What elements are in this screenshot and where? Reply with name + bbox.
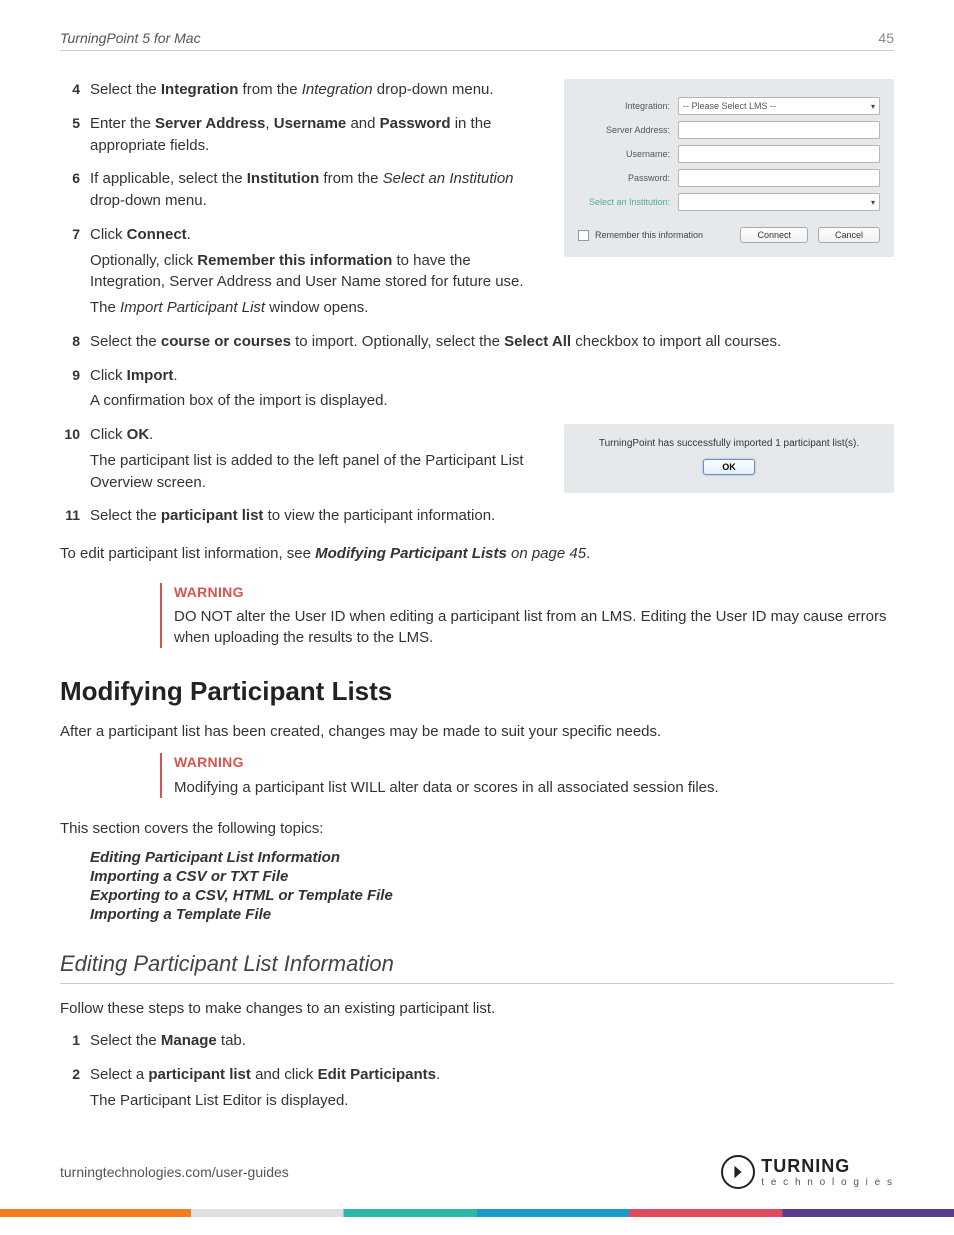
step-item: 7Click Connect.Optionally, click Remembe… [60,224,544,323]
doc-title: TurningPoint 5 for Mac [60,30,201,46]
topic-link[interactable]: Editing Participant List Information [90,849,894,866]
integration-label: Integration: [578,101,678,111]
confirmation-message: TurningPoint has successfully imported 1… [576,438,882,449]
step-number: 4 [60,79,90,99]
institution-label: Select an Institution: [578,197,678,207]
step-body: Select the course or courses to import. … [90,331,894,357]
step-body: Select the participant list to view the … [90,505,894,531]
cancel-button[interactable]: Cancel [818,227,880,243]
server-address-label: Server Address: [578,125,678,135]
page-number: 45 [878,30,894,46]
logo-text-small: t e c h n o l o g i e s [761,1177,894,1188]
step-body: Select the Integration from the Integrat… [90,79,544,105]
connect-button[interactable]: Connect [740,227,808,243]
warning-box-2: WARNING Modifying a participant list WIL… [160,753,894,798]
step-body: Click Connect.Optionally, click Remember… [90,224,544,323]
step-number: 11 [60,505,90,525]
step-item: 11Select the participant list to view th… [60,505,894,531]
subsection-intro: Follow these steps to make changes to an… [60,998,894,1020]
step-item: 4Select the Integration from the Integra… [60,79,544,105]
topics-list: Editing Participant List Information Impo… [90,849,894,923]
ok-button[interactable]: OK [703,459,755,475]
step-item: 5Enter the Server Address, Username and … [60,113,544,161]
section-title-modifying: Modifying Participant Lists [60,676,894,707]
remember-checkbox-label: Remember this information [595,230,703,240]
step-item: 1Select the Manage tab. [60,1030,894,1056]
password-label: Password: [578,173,678,183]
step-body: Select the Manage tab. [90,1030,894,1056]
server-address-input[interactable] [678,121,880,139]
steps-list-d: 11Select the participant list to view th… [60,505,894,531]
username-input[interactable] [678,145,880,163]
step-item: 10Click OK.The participant list is added… [60,424,544,497]
integration-dialog-figure: Integration: -- Please Select LMS -- ▾ S… [564,79,894,257]
steps-list-e: 1Select the Manage tab.2Select a partici… [60,1030,894,1115]
step-number: 5 [60,113,90,133]
footer-url: turningtechnologies.com/user-guides [60,1164,289,1180]
steps-list-a: 4Select the Integration from the Integra… [60,79,544,323]
section-intro: After a participant list has been create… [60,721,894,743]
institution-select[interactable]: ▾ [678,193,880,211]
turning-logo: TURNING t e c h n o l o g i e s [721,1155,894,1189]
step-number: 8 [60,331,90,351]
edit-participant-link-para: To edit participant list information, se… [60,543,894,565]
step-item: 9Click Import.A confirmation box of the … [60,365,894,417]
import-confirmation-figure: TurningPoint has successfully imported 1… [564,424,894,493]
step-item: 2Select a participant list and click Edi… [60,1064,894,1116]
step-body: Click Import.A confirmation box of the i… [90,365,894,417]
subsection-title-editing: Editing Participant List Information [60,951,894,984]
warning-text: DO NOT alter the User ID when editing a … [174,606,894,648]
warning-box-1: WARNING DO NOT alter the User ID when ed… [160,583,894,649]
warning-label: WARNING [174,583,894,603]
topic-link[interactable]: Importing a CSV or TXT File [90,868,894,885]
step-body: Click OK.The participant list is added t… [90,424,544,497]
integration-select-placeholder: -- Please Select LMS -- [683,101,776,111]
step-number: 6 [60,168,90,188]
turning-logo-icon [721,1155,755,1189]
warning-text: Modifying a participant list WILL alter … [174,777,894,798]
topic-link[interactable]: Exporting to a CSV, HTML or Template Fil… [90,887,894,904]
step-item: 6If applicable, select the Institution f… [60,168,544,216]
footer-color-bar [0,1209,954,1217]
page-header: TurningPoint 5 for Mac 45 [60,30,894,51]
step-item: 8Select the course or courses to import.… [60,331,894,357]
logo-text-big: TURNING [761,1156,894,1177]
step-body: Enter the Server Address, Username and P… [90,113,544,161]
step-number: 10 [60,424,90,444]
password-input[interactable] [678,169,880,187]
chevron-down-icon: ▾ [871,102,875,111]
topics-intro: This section covers the following topics… [60,818,894,840]
username-label: Username: [578,149,678,159]
step-number: 7 [60,224,90,244]
page-footer: turningtechnologies.com/user-guides TURN… [60,1155,894,1189]
topic-link[interactable]: Importing a Template File [90,906,894,923]
steps-list-b: 8Select the course or courses to import.… [60,331,894,416]
steps-list-c: 10Click OK.The participant list is added… [60,424,544,497]
step-body: If applicable, select the Institution fr… [90,168,544,216]
step-number: 2 [60,1064,90,1084]
remember-checkbox[interactable] [578,230,589,241]
step-number: 9 [60,365,90,385]
chevron-down-icon: ▾ [871,198,875,207]
step-body: Select a participant list and click Edit… [90,1064,894,1116]
integration-select[interactable]: -- Please Select LMS -- ▾ [678,97,880,115]
warning-label: WARNING [174,753,894,773]
step-number: 1 [60,1030,90,1050]
